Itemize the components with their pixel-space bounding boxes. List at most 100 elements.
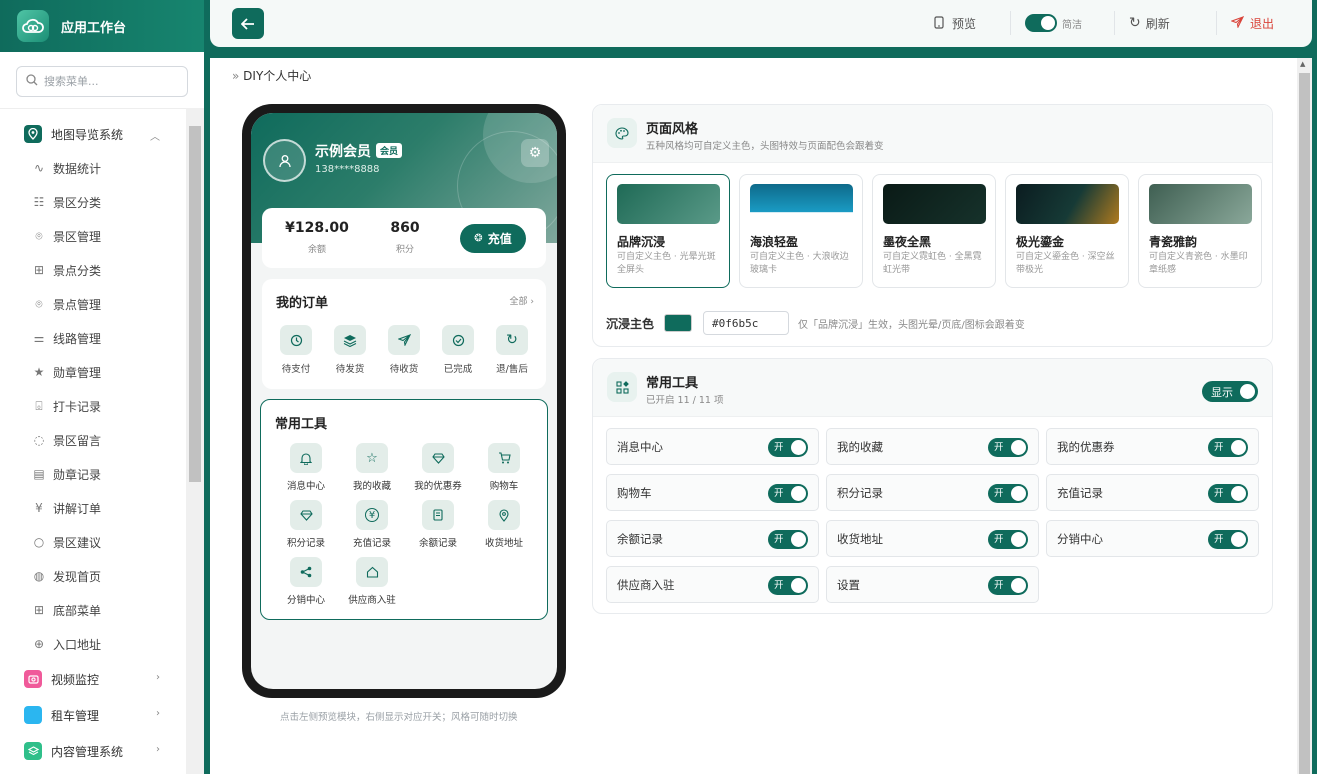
tool-address[interactable]: 收货地址: [471, 500, 537, 557]
menu-group-video-monitor[interactable]: 视频监控 ›: [0, 661, 186, 697]
recharge-button[interactable]: ❂ 充值: [460, 224, 526, 253]
camera-icon: [24, 670, 42, 688]
tool-toggle-item: 分销中心 开: [1046, 520, 1259, 557]
tool-toggle-item: 购物车 开: [606, 474, 819, 511]
sidebar-scrollbar[interactable]: [186, 108, 204, 774]
activity-icon: ∿: [33, 161, 45, 175]
sidebar-scroll-thumb[interactable]: [189, 126, 201, 482]
menu-item-checkin-record[interactable]: ⌻ 打卡记录: [0, 389, 186, 423]
orders-title: 我的订单: [276, 296, 329, 311]
cart-icon: [488, 443, 520, 473]
theme-card-ink-night[interactable]: 墨夜全黑 可自定义霓虹色 · 全黑霓虹光带: [872, 174, 996, 288]
preview-hint: 点击左侧预览模块，右侧显示对应开关；风格可随时切换: [280, 712, 518, 723]
palette-icon: [607, 118, 637, 148]
menu-item-label: 景点管理: [53, 297, 102, 312]
menu-item-route-manage[interactable]: ⚌ 线路管理: [0, 321, 186, 355]
content-scroll-thumb[interactable]: [1299, 73, 1310, 774]
tool-toggle-switch[interactable]: 开: [988, 530, 1028, 549]
theme-card-celadon[interactable]: 青瓷雅韵 可自定义青瓷色 · 水墨印章纸感: [1138, 174, 1262, 288]
simple-mode-toggle[interactable]: 简洁: [1010, 11, 1082, 35]
refresh-icon: ↻: [496, 325, 528, 355]
theme-card-brand-immersive[interactable]: 品牌沉浸 可自定义主色 · 光晕光斑全屏头: [606, 174, 730, 288]
menu-group-cms[interactable]: 内容管理系统 ›: [0, 733, 186, 769]
menu-item-entry-address[interactable]: ⊕ 入口地址: [0, 627, 186, 661]
recharge-label: 充值: [487, 232, 512, 246]
theme-name: 海浪轻盈: [750, 235, 799, 249]
scroll-up-arrow-icon[interactable]: ▲: [1300, 60, 1305, 68]
menu-item-label: 景区建议: [53, 535, 102, 550]
menu-item-guide-orders[interactable]: ¥ 讲解订单: [0, 491, 186, 525]
tool-cart[interactable]: 购物车: [471, 443, 537, 500]
tool-toggle-switch[interactable]: 开: [1208, 530, 1248, 549]
color-picker-swatch[interactable]: [664, 314, 693, 332]
menu-item-spot-category[interactable]: ⊞ 景点分类: [0, 253, 186, 287]
menu-item-medal-manage[interactable]: ★ 勋章管理: [0, 355, 186, 389]
tool-toggle-switch[interactable]: 开: [1208, 484, 1248, 503]
chevron-right-icon: ›: [156, 708, 160, 719]
tool-label: 余额记录: [418, 538, 457, 549]
tool-toggle-switch[interactable]: 开: [988, 576, 1028, 595]
balance-card[interactable]: ¥128.00 余额 860 积分 ❂ 充值: [262, 208, 546, 268]
back-button[interactable]: [232, 8, 264, 39]
show-section-toggle[interactable]: 显示: [1202, 381, 1258, 402]
common-tools-header: 常用工具 已开启 11 / 11 项 显示: [593, 359, 1272, 417]
menu-item-scenic-category[interactable]: ☷ 景区分类: [0, 185, 186, 219]
tool-toggle-switch[interactable]: 开: [768, 576, 808, 595]
menu-item-data-stats[interactable]: ∿ 数据统计: [0, 151, 186, 185]
send-icon: [388, 325, 420, 355]
tool-recharge-record[interactable]: ¥ 充值记录: [339, 500, 405, 557]
tool-supplier[interactable]: 供应商入驻: [339, 557, 405, 614]
theme-desc: 可自定义青瓷色 · 水墨印章纸感: [1149, 252, 1248, 275]
tool-toggle-switch[interactable]: 开: [768, 484, 808, 503]
orders-all-link[interactable]: 全部 ›: [510, 294, 534, 307]
tool-favorites[interactable]: ☆ 我的收藏: [339, 443, 405, 500]
orders-card[interactable]: 我的订单 全部 › 待支付 待发货 待收货 已完成 ↻ 退/售后: [262, 279, 546, 389]
settings-button[interactable]: ⚙: [521, 139, 549, 167]
layers-icon: [24, 742, 42, 760]
order-refund[interactable]: ↻ 退/售后: [486, 325, 538, 375]
list-icon: ☷: [33, 195, 45, 209]
menu-item-spot-manage[interactable]: ⌾ 景点管理: [0, 287, 186, 321]
menu-item-scenic-manage[interactable]: ⌾ 景区管理: [0, 219, 186, 253]
tool-toggle-switch[interactable]: 开: [768, 438, 808, 457]
tools-card[interactable]: 常用工具 消息中心 ☆ 我的收藏 我的优惠券 购物车 积分记录 ¥ 充值记录 余额记…: [260, 399, 548, 620]
order-label: 已完成: [443, 364, 473, 375]
menu-item-bottom-menu[interactable]: ⊞ 底部菜单: [0, 593, 186, 627]
tool-points-record[interactable]: 积分记录: [273, 500, 339, 557]
menu-item-scenic-message[interactable]: ◌ 景区留言: [0, 423, 186, 457]
tool-toggle-switch[interactable]: 开: [768, 530, 808, 549]
menu-item-label: 讲解订单: [53, 501, 102, 516]
tool-message-center[interactable]: 消息中心: [273, 443, 339, 500]
tool-coupons[interactable]: 我的优惠券: [405, 443, 471, 500]
preview-button[interactable]: 预览: [934, 15, 976, 32]
sidebar-menu: 地图导览系统 ︿ ∿ 数据统计 ☷ 景区分类 ⌾ 景区管理 ⊞ 景点分类 ⌾ 景点管理 ⚌…: [0, 108, 186, 774]
menu-group-car-rental[interactable]: 租车管理 ›: [0, 697, 186, 733]
theme-card-aurora-gold[interactable]: 极光鎏金 可自定义鎏金色 · 深空丝带极光: [1005, 174, 1129, 288]
tool-toggle-switch[interactable]: 开: [988, 438, 1028, 457]
tool-toggle-switch[interactable]: 开: [1208, 438, 1248, 457]
order-pending-receive[interactable]: 待收货: [378, 325, 430, 375]
user-name: 示例会员 会员: [315, 141, 403, 161]
menu-search-box[interactable]: [16, 66, 188, 97]
tool-toggle-switch[interactable]: 开: [988, 484, 1028, 503]
menu-item-scenic-suggestion[interactable]: ○ 景区建议: [0, 525, 186, 559]
simple-toggle-switch[interactable]: [1025, 14, 1057, 32]
content-scrollbar[interactable]: ▲: [1297, 58, 1312, 774]
order-pending-pay[interactable]: 待支付: [270, 325, 322, 375]
menu-search-input[interactable]: [44, 75, 174, 88]
order-pending-ship[interactable]: 待发货: [324, 325, 376, 375]
refresh-button[interactable]: ↻ 刷新: [1114, 11, 1170, 35]
menu-item-discover-home[interactable]: ◍ 发现首页: [0, 559, 186, 593]
camera-icon: ⌻: [35, 398, 43, 413]
tool-balance-record[interactable]: 余额记录: [405, 500, 471, 557]
tool-distribution[interactable]: 分销中心: [273, 557, 339, 614]
theme-card-ocean-light[interactable]: 海浪轻盈 可自定义主色 · 大浪收边玻璃卡: [739, 174, 863, 288]
avatar[interactable]: [263, 139, 306, 182]
home-icon: [356, 557, 388, 587]
menu-item-medal-record[interactable]: ▤ 勋章记录: [0, 457, 186, 491]
menu-group-map-guide[interactable]: 地图导览系统 ︿: [0, 117, 186, 151]
menu-item-label: 景点分类: [53, 263, 102, 278]
order-completed[interactable]: 已完成: [432, 325, 484, 375]
color-hex-input[interactable]: [703, 311, 790, 335]
logout-button[interactable]: 退出: [1216, 11, 1274, 35]
